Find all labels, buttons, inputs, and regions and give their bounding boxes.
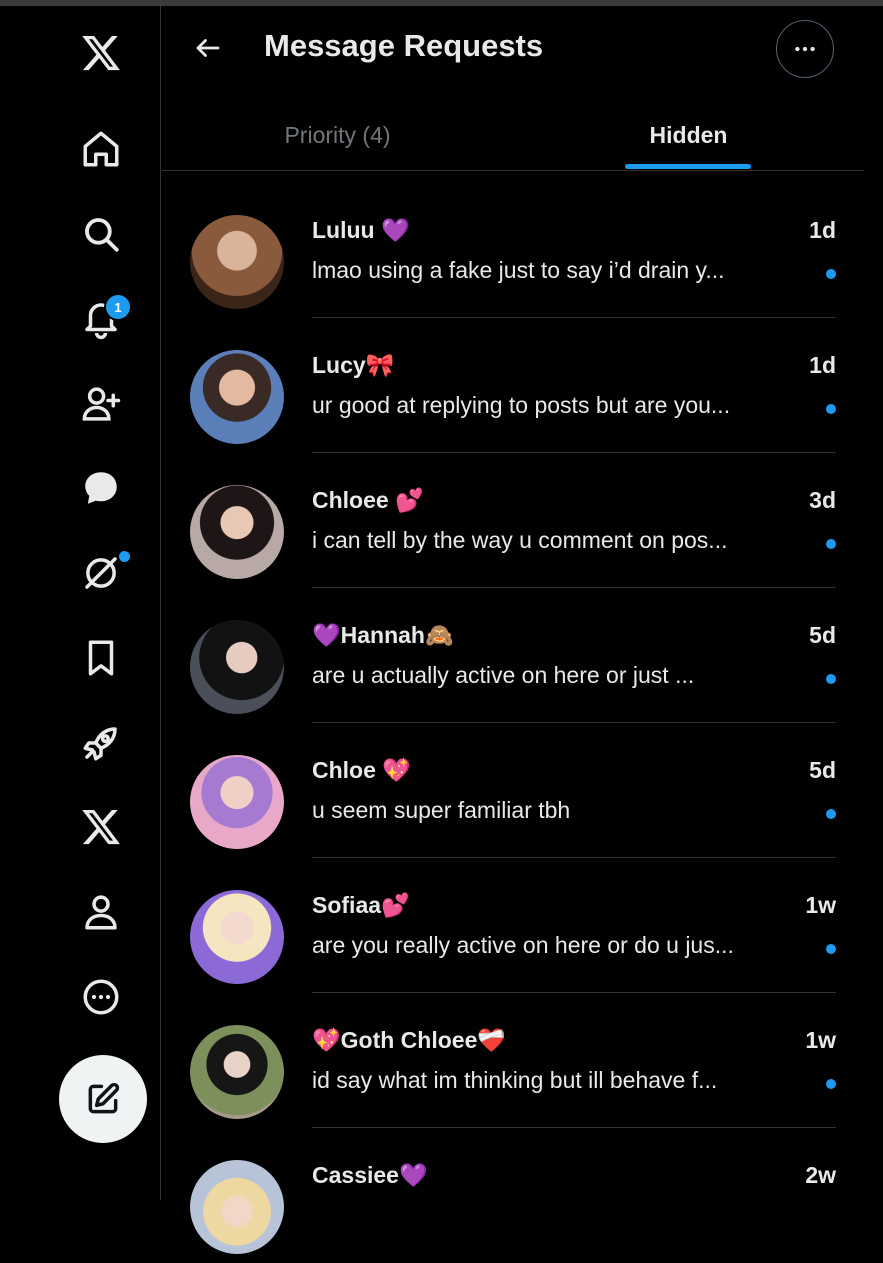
tab-bar: Priority (4) Hidden	[162, 100, 864, 171]
message-preview: id say what im thinking but ill behave f…	[312, 1067, 718, 1093]
tab-hidden[interactable]: Hidden	[513, 100, 864, 170]
timestamp: 5d	[809, 622, 836, 648]
more-options-button[interactable]	[776, 20, 834, 78]
avatar	[190, 350, 284, 444]
sender-name: Lucy🎀	[312, 352, 395, 378]
avatar	[190, 620, 284, 714]
message-preview: are u actually active on here or just ..…	[312, 662, 695, 688]
timestamp: 5d	[809, 757, 836, 783]
main-panel: Message Requests Priority (4) Hidden Lul…	[162, 6, 864, 1254]
bookmarks-icon[interactable]	[60, 617, 142, 699]
sender-name: Cassiee💜	[312, 1162, 428, 1188]
x-premium-icon[interactable]	[60, 786, 142, 868]
back-button[interactable]	[190, 30, 226, 66]
unread-dot	[826, 809, 836, 819]
unread-dot	[826, 944, 836, 954]
back-arrow-icon	[196, 39, 220, 57]
follow-icon[interactable]	[60, 363, 142, 445]
message-preview: ur good at replying to posts but are you…	[312, 392, 731, 418]
unread-dot	[826, 1079, 836, 1089]
avatar	[190, 755, 284, 849]
page-title: Message Requests	[264, 28, 544, 63]
sidebar: 1	[0, 6, 161, 1200]
more-icon[interactable]	[60, 956, 142, 1038]
message-row[interactable]: Lucy🎀 1d ur good at replying to posts bu…	[162, 318, 864, 453]
home-icon[interactable]	[60, 108, 142, 190]
search-icon[interactable]	[60, 193, 142, 275]
timestamp: 1w	[805, 892, 836, 918]
sender-name: Luluu 💜	[312, 217, 410, 243]
message-row[interactable]: Cassiee💜 2w	[162, 1128, 864, 1263]
avatar	[190, 485, 284, 579]
unread-dot	[826, 404, 836, 414]
message-preview: lmao using a fake just to say i’d drain …	[312, 257, 725, 283]
notifications-icon[interactable]	[60, 278, 142, 360]
timestamp: 1d	[809, 217, 836, 243]
unread-dot	[826, 674, 836, 684]
profile-icon[interactable]	[60, 871, 142, 953]
sender-name: Chloe 💖	[312, 757, 411, 783]
sender-name: 💜Hannah🙈	[312, 622, 454, 648]
timestamp: 1d	[809, 352, 836, 378]
sender-name: Chloee 💕	[312, 487, 424, 513]
message-row[interactable]: Luluu 💜 1d lmao using a fake just to say…	[162, 183, 864, 318]
unread-dot	[826, 269, 836, 279]
premium-icon[interactable]	[60, 702, 142, 784]
sender-name: 💖Goth Chloee❤️‍🩹	[312, 1027, 506, 1053]
avatar	[190, 1160, 284, 1254]
avatar	[190, 215, 284, 309]
message-row[interactable]: Chloe 💖 5d u seem super familiar tbh	[162, 723, 864, 858]
grok-icon[interactable]	[60, 532, 142, 614]
tab-priority[interactable]: Priority (4)	[162, 100, 513, 170]
message-preview: u seem super familiar tbh	[312, 797, 571, 823]
compose-button[interactable]	[59, 1055, 147, 1143]
unread-dot	[826, 539, 836, 549]
compose-icon	[88, 1082, 120, 1114]
active-tab-indicator	[625, 164, 751, 169]
ellipsis-icon	[795, 46, 815, 52]
x-logo-icon[interactable]	[60, 12, 142, 94]
message-row[interactable]: Chloee 💕 3d i can tell by the way u comm…	[162, 453, 864, 588]
notification-count-badge: 1	[104, 293, 132, 321]
message-preview: are you really active on here or do u ju…	[312, 932, 734, 958]
grok-indicator-dot	[119, 551, 130, 562]
timestamp: 2w	[805, 1162, 836, 1188]
avatar	[190, 1025, 284, 1119]
message-row[interactable]: Sofiaa💕 1w are you really active on here…	[162, 858, 864, 993]
message-preview: i can tell by the way u comment on pos..…	[312, 527, 728, 553]
timestamp: 1w	[805, 1027, 836, 1053]
message-row[interactable]: 💖Goth Chloee❤️‍🩹 1w id say what im think…	[162, 993, 864, 1128]
avatar	[190, 890, 284, 984]
sender-name: Sofiaa💕	[312, 892, 410, 918]
message-row[interactable]: 💜Hannah🙈 5d are u actually active on her…	[162, 588, 864, 723]
messages-icon[interactable]	[60, 447, 142, 529]
timestamp: 3d	[809, 487, 836, 513]
